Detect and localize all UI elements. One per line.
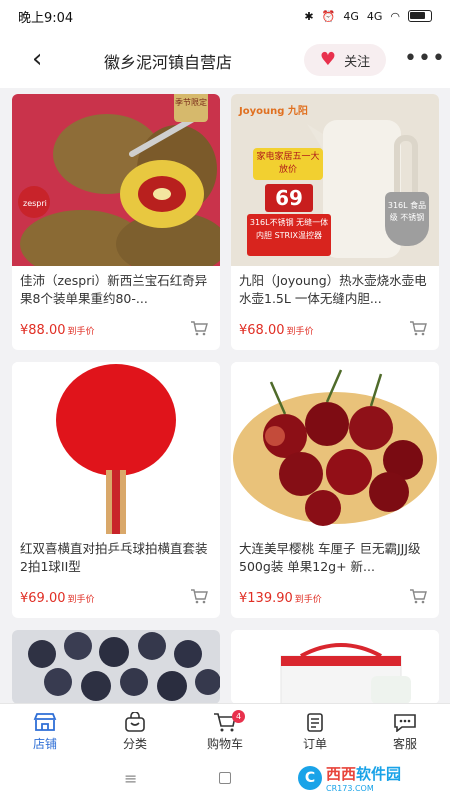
tab-label: 购物车 (206, 736, 243, 751)
add-to-cart-icon[interactable] (409, 588, 427, 604)
cart-count-badge: 4 (232, 710, 245, 723)
tab-orders[interactable]: 订单 (270, 704, 360, 759)
bluetooth-icon: ✱ (304, 9, 314, 23)
heart-icon: ♥ (319, 49, 337, 70)
watermark-brand2: 软件园 (356, 765, 402, 783)
product-image-milk (231, 630, 439, 704)
product-card[interactable] (12, 630, 220, 704)
tab-customer-service[interactable]: 客服 (360, 704, 450, 759)
add-to-cart-icon[interactable] (190, 320, 208, 336)
watermark-site: CR173.COM (326, 784, 374, 793)
price-row: ¥88.00 到手价 (12, 310, 220, 350)
bottom-tab-bar: 店铺 分类 4 购物车 订单 客服 (0, 703, 450, 759)
signal-icon: 4G (343, 9, 359, 23)
battery-icon (408, 10, 432, 22)
store-title: 徽乡泥河镇自营店 (104, 53, 233, 72)
promo-features: 316L不锈钢 无缝一体内胆 STRIX温控器 (247, 214, 331, 256)
add-to-cart-icon[interactable] (190, 588, 208, 604)
status-bar: 晚上9:04 ✱ ⏰ 4G 4G ◠ (0, 0, 450, 32)
promo-price: 69 (265, 184, 313, 212)
product-card[interactable]: 大连美早樱桃 车厘子 巨无霸JJJ级 500g装 单果12g+ 新... ¥13… (231, 362, 439, 618)
price-suffix: 到手价 (67, 326, 95, 337)
svg-text:zespri: zespri (23, 199, 47, 208)
product-card[interactable]: 红双喜横直对拍乒乓球拍横直套装2拍1球II型 ¥69.00 到手价 (12, 362, 220, 618)
tab-label: 分类 (122, 736, 147, 751)
store-header: ‹ 徽乡泥河镇自营店 ♥ 关注 ••• (0, 32, 450, 88)
tab-store[interactable]: 店铺 (0, 704, 90, 759)
tab-category[interactable]: 分类 (90, 704, 180, 759)
product-price: ¥88.00 (20, 322, 66, 338)
bag-icon (125, 711, 145, 732)
product-image-kettle: Joyoung 九阳 家电家居五一大放价 69 316L不锈钢 无缝一体内胆 S… (231, 94, 439, 266)
follow-label: 关注 (344, 54, 371, 70)
product-name: 九阳（Joyoung）热水壶烧水壶电水壶1.5L 一体无缝内胆... (239, 273, 427, 306)
status-time: 晚上9:04 (18, 10, 74, 26)
add-to-cart-icon[interactable] (409, 320, 427, 336)
follow-button[interactable]: ♥ 关注 (304, 44, 386, 76)
brand-logo: Joyoung 九阳 (239, 106, 308, 117)
price-row: ¥69.00 到手价 (12, 578, 220, 618)
quality-shield: 316L 食品级 不锈钢 (385, 192, 429, 246)
promo-tag: 家电家居五一大放价 (253, 148, 323, 180)
price-suffix: 到手价 (294, 594, 322, 605)
store-icon (33, 712, 57, 731)
product-image-kiwi: zespri 季节限定 (12, 94, 220, 266)
product-price: ¥69.00 (20, 590, 66, 606)
more-options-icon[interactable]: ••• (404, 46, 446, 71)
product-image-paddle (12, 362, 220, 534)
menu-icon[interactable]: ≡ (124, 769, 137, 788)
home-icon[interactable] (219, 772, 231, 784)
signal-icon-2: 4G (366, 9, 383, 23)
product-name: 佳沛（zespri）新西兰宝石红奇异果8个装单果重约80-... (20, 273, 208, 306)
wifi-icon: ◠ (390, 9, 400, 23)
watermark-brand1: 西西 (326, 765, 357, 783)
product-card[interactable]: Joyoung 九阳 家电家居五一大放价 69 316L不锈钢 无缝一体内胆 S… (231, 94, 439, 350)
site-watermark: C 西西软件园 CR173.COM (298, 763, 401, 793)
watermark-logo: C (298, 766, 322, 790)
product-name: 大连美早樱桃 车厘子 巨无霸JJJ级 500g装 单果12g+ 新... (239, 541, 421, 574)
order-icon (307, 712, 323, 732)
price-row: ¥139.90 到手价 (231, 578, 439, 618)
tab-label: 店铺 (32, 736, 57, 751)
product-name: 红双喜横直对拍乒乓球拍横直套装2拍1球II型 (20, 541, 208, 574)
watermark-text: 西西软件园 CR173.COM (326, 763, 401, 793)
product-image-cherry (231, 362, 439, 534)
product-price: ¥68.00 (239, 322, 285, 338)
product-price: ¥139.90 (239, 590, 293, 606)
tab-cart[interactable]: 4 购物车 (180, 704, 270, 759)
alarm-icon: ⏰ (321, 9, 336, 23)
chat-icon (394, 713, 416, 732)
price-suffix: 到手价 (286, 326, 314, 337)
price-row: ¥68.00 到手价 (231, 310, 439, 350)
product-image-blueberry (12, 630, 220, 704)
system-nav-bar: ≡ C 西西软件园 CR173.COM (0, 759, 450, 800)
back-icon[interactable]: ‹ (32, 46, 42, 72)
status-icons: ✱ ⏰ 4G 4G ◠ (304, 10, 432, 23)
season-badge: 季节限定 (174, 94, 208, 122)
product-card[interactable] (231, 630, 439, 704)
product-card[interactable]: zespri 季节限定 佳沛（zespri）新西兰宝石红奇异果8个装单果重约80… (12, 94, 220, 350)
price-suffix: 到手价 (67, 594, 95, 605)
tab-label: 订单 (302, 736, 327, 751)
tab-label: 客服 (392, 736, 417, 751)
